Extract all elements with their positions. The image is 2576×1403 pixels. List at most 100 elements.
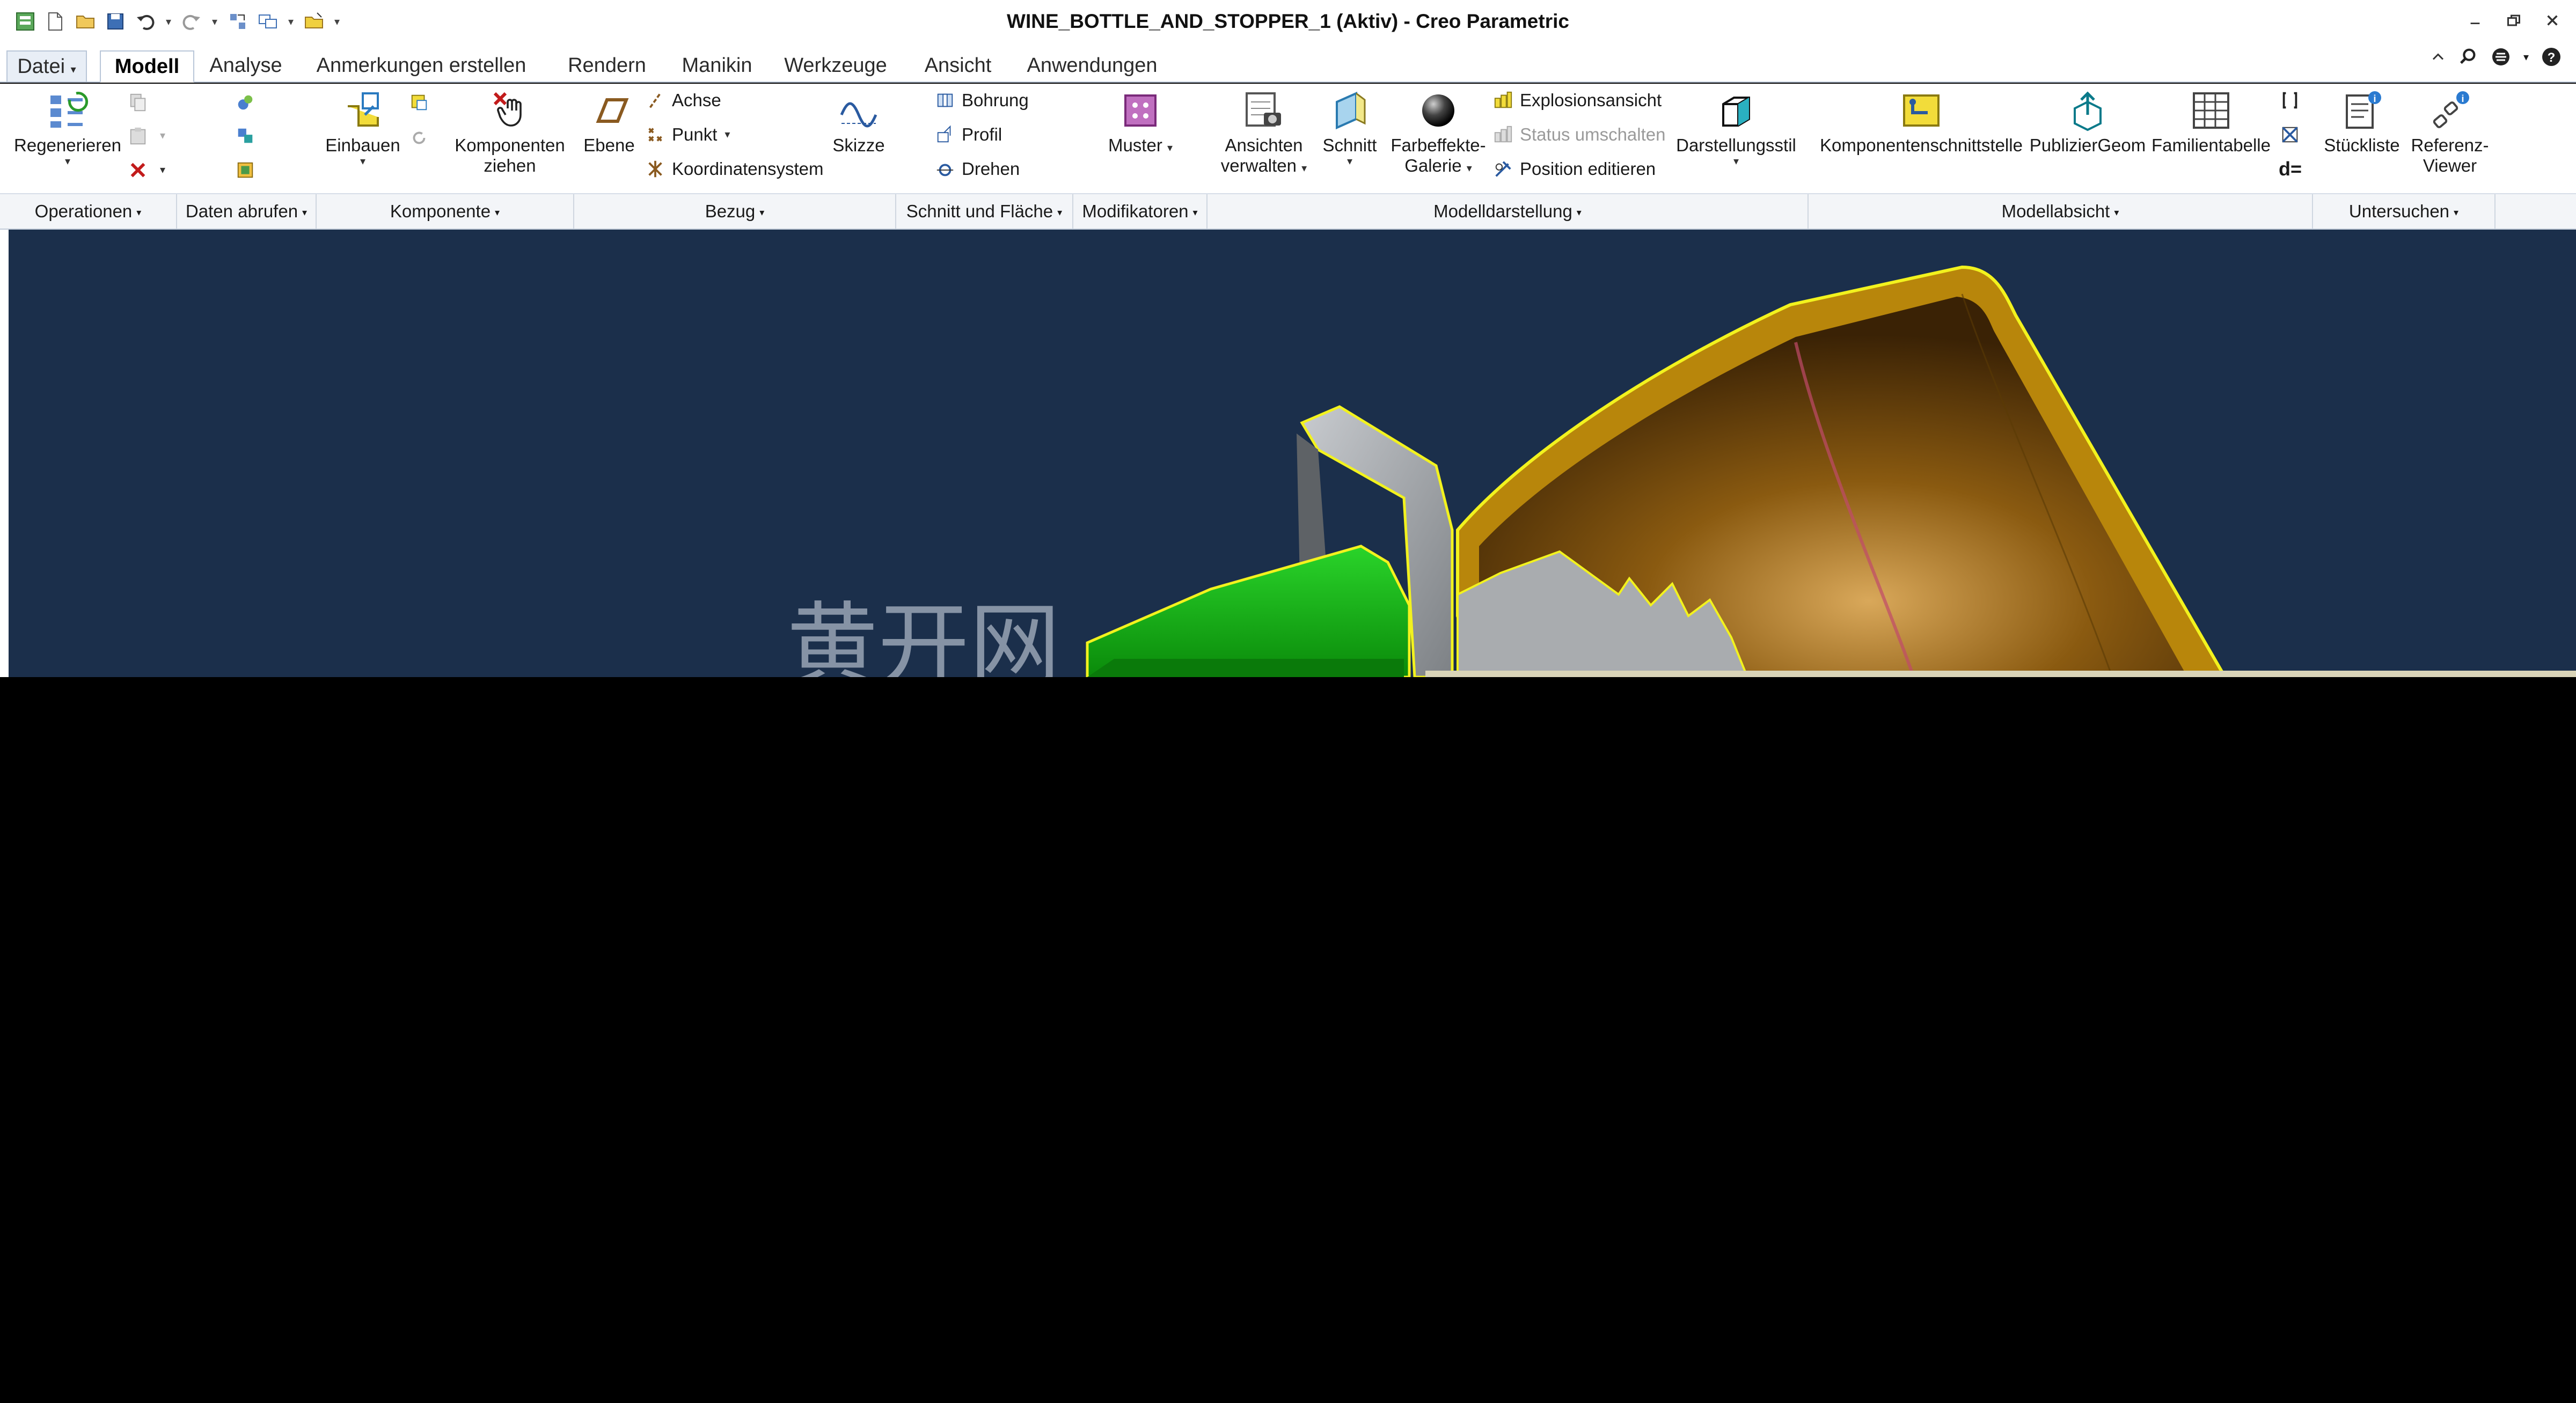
stopper-green-part[interactable]	[1086, 545, 1411, 677]
group-operationen[interactable]: Operationen ▾	[0, 194, 177, 229]
help-icon[interactable]: ?	[2541, 46, 2562, 68]
parameters-icon	[2279, 123, 2301, 146]
edit-position-icon	[1492, 158, 1514, 180]
svg-text:i: i	[2373, 93, 2376, 104]
window-controls	[2464, 10, 2563, 31]
create-component-icon	[408, 91, 430, 114]
copy-geometry-icon	[234, 91, 257, 114]
ansichten-verwalten-button[interactable]: Ansichten verwalten ▾	[1213, 88, 1315, 176]
point-icon	[644, 123, 667, 146]
collapse-ribbon-icon[interactable]	[2430, 49, 2446, 65]
tab-manikin[interactable]: Manikin	[669, 50, 765, 83]
punkt-button[interactable]: Punkt ▾	[644, 121, 730, 148]
plane-icon	[587, 88, 632, 133]
exploded-view-icon	[1492, 89, 1514, 112]
skizze-button[interactable]: Skizze	[826, 88, 891, 156]
pattern-icon	[1118, 88, 1163, 133]
explosionsansicht-button[interactable]: Explosionsansicht	[1492, 87, 1662, 114]
extrude-icon	[934, 123, 956, 146]
repeat-icon	[408, 127, 430, 149]
komponenten-ziehen-button[interactable]: Komponenten ziehen	[451, 88, 569, 176]
component-interface-icon	[1899, 88, 1944, 133]
manage-views-icon	[1241, 88, 1286, 133]
position-editieren-button[interactable]: Position editieren	[1492, 156, 1656, 182]
drehen-button[interactable]: Drehen	[934, 156, 1020, 182]
create-component-button[interactable]	[408, 89, 436, 116]
title-bar: ▾ ▾ ▾ ▾ WINE_BOTTLE_AND_STOPPER_1 (Aktiv…	[0, 0, 2576, 44]
data-merge-button[interactable]	[234, 157, 262, 183]
repeat-button[interactable]	[408, 124, 436, 151]
ribbon: Regenerieren ▾ ▾ ▾ Einbauen ▾ Komponente…	[0, 84, 2576, 193]
toggle-status-icon	[1492, 123, 1514, 146]
d-equals-button[interactable]: d=	[2279, 156, 2302, 182]
referenz-viewer-button[interactable]: i Referenz- Viewer	[2404, 88, 2496, 176]
familientabelle-button[interactable]: Familientabelle	[2147, 88, 2275, 156]
tab-analyse[interactable]: Analyse	[199, 50, 293, 83]
restore-icon[interactable]	[2503, 10, 2524, 31]
minimize-icon[interactable]	[2464, 10, 2486, 31]
close-icon[interactable]	[2542, 10, 2563, 31]
stueckliste-button[interactable]: i Stückliste	[2316, 88, 2407, 156]
search-icon[interactable]	[2458, 47, 2478, 67]
tab-werkzeuge[interactable]: Werkzeuge	[775, 50, 896, 83]
assemble-icon	[340, 88, 385, 133]
relations-icon	[2279, 89, 2301, 112]
publiziergeom-button[interactable]: PublizierGeom	[2029, 88, 2147, 156]
koordinatensystem-button[interactable]: Koordinatensystem	[644, 156, 823, 182]
muster-button[interactable]: Muster ▾	[1095, 88, 1186, 156]
group-komponente[interactable]: Komponente ▾	[317, 194, 574, 229]
tab-ansicht[interactable]: Ansicht	[912, 50, 1004, 83]
ribbon-tab-bar: Datei ▾ Modell Analyse Anmerkungen erste…	[0, 44, 2576, 83]
appearance-gallery-icon	[1416, 88, 1461, 133]
chevron-down-icon: ▾	[1346, 156, 1353, 167]
ebene-button[interactable]: Ebene	[580, 88, 639, 156]
group-modellabsicht[interactable]: Modellabsicht ▾	[1809, 194, 2313, 229]
delete-button[interactable]: ▾	[127, 157, 165, 183]
group-daten-abrufen[interactable]: Daten abrufen ▾	[177, 194, 317, 229]
status-umschalten-button[interactable]: Status umschalten	[1492, 121, 1665, 148]
copy-icon	[127, 91, 149, 114]
data-copy-geom-button[interactable]	[234, 89, 262, 116]
revolve-icon	[934, 158, 956, 180]
copy-button[interactable]	[127, 89, 155, 116]
farbeffekte-galerie-button[interactable]: Farbeffekte- Galerie ▾	[1385, 88, 1492, 176]
chevron-down-icon: ▾	[360, 156, 366, 167]
achse-button[interactable]: Achse	[644, 87, 721, 114]
delete-icon	[127, 159, 149, 181]
reference-viewer-icon: i	[2427, 88, 2472, 133]
ribbon-group-labels: Operationen ▾ Daten abrufen ▾ Komponente ▾ …	[0, 193, 2576, 230]
tab-anwendungen[interactable]: Anwendungen	[1014, 50, 1170, 83]
group-bezug[interactable]: Bezug ▾	[574, 194, 896, 229]
komponentenschnittstelle-button[interactable]: Komponentenschnittstelle	[1814, 88, 2029, 156]
tab-bar-tools: ▾ ?	[2430, 46, 2562, 68]
hole-icon	[934, 89, 956, 112]
shrinkwrap-icon	[234, 124, 257, 147]
tab-modell[interactable]: Modell	[100, 50, 194, 83]
model-render[interactable]: 黄开网	[9, 230, 2576, 677]
chevron-down-icon: ▾	[64, 156, 71, 167]
schnitt-button[interactable]: Schnitt ▾	[1315, 88, 1385, 167]
group-modifikatoren[interactable]: Modifikatoren ▾	[1073, 194, 1208, 229]
relations-button[interactable]	[2279, 87, 2307, 114]
group-untersuchen[interactable]: Untersuchen ▾	[2313, 194, 2496, 229]
einbauen-button[interactable]: Einbauen ▾	[320, 88, 406, 167]
chevron-down-icon: ▾	[1733, 156, 1739, 167]
group-modelldarstellung[interactable]: Modelldarstellung ▾	[1208, 194, 1809, 229]
section-icon	[1327, 88, 1372, 133]
tab-datei[interactable]: Datei ▾	[6, 50, 87, 83]
family-table-icon	[2189, 88, 2234, 133]
bohrung-button[interactable]: Bohrung	[934, 87, 1029, 114]
tab-anmerkungen-erstellen[interactable]: Anmerkungen erstellen	[301, 50, 542, 83]
parameters-button[interactable]	[2279, 121, 2307, 148]
paste-button[interactable]: ▾	[127, 122, 165, 149]
window-title: WINE_BOTTLE_AND_STOPPER_1 (Aktiv) - Creo…	[1007, 10, 1569, 32]
data-shrinkwrap-button[interactable]	[234, 122, 262, 149]
graphics-viewport[interactable]: 黄开网	[9, 230, 2576, 677]
profil-button[interactable]: Profil	[934, 121, 1002, 148]
regenerieren-button[interactable]: Regenerieren ▾	[14, 88, 121, 167]
darstellungsstil-button[interactable]: Darstellungsstil ▾	[1669, 88, 1803, 167]
community-icon[interactable]	[2490, 46, 2512, 68]
community-dropdown-icon[interactable]: ▾	[2523, 50, 2529, 64]
tab-rendern[interactable]: Rendern	[552, 50, 662, 83]
group-schnitt-und-flaeche[interactable]: Schnitt und Fläche ▾	[896, 194, 1073, 229]
